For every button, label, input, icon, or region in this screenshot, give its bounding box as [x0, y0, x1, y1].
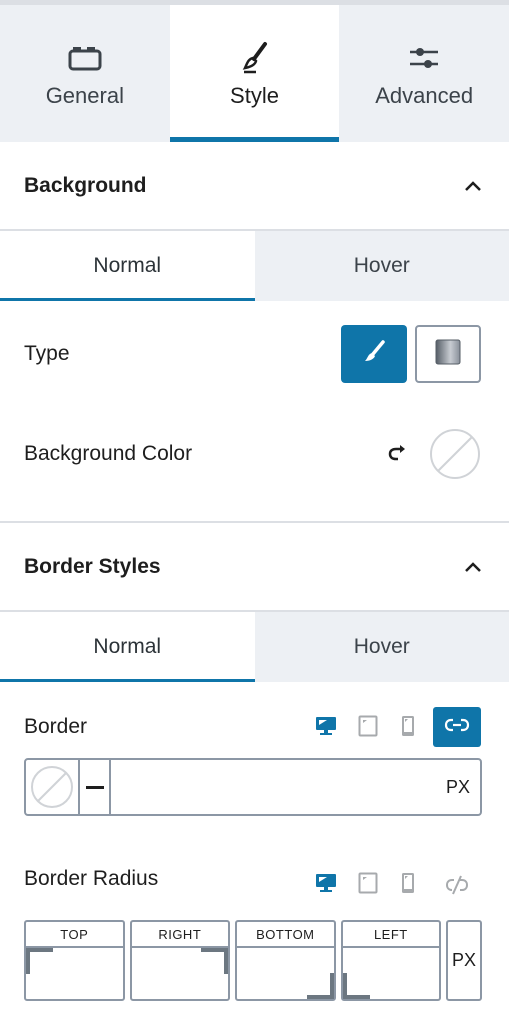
sliders-icon	[408, 39, 440, 77]
background-tab-hover[interactable]: Hover	[254, 231, 509, 301]
corner-top-left-indicator	[26, 948, 53, 952]
border-unit[interactable]: PX	[446, 777, 470, 798]
unlink-icon[interactable]	[445, 873, 469, 897]
desktop-icon[interactable]	[314, 714, 338, 738]
mobile-icon[interactable]	[396, 871, 420, 895]
chevron-up-icon[interactable]	[461, 555, 485, 579]
radius-right-field: RIGHT	[129, 920, 231, 1001]
corner-bottom-left-indicator	[342, 973, 347, 999]
background-tab-normal[interactable]: Normal	[0, 231, 255, 301]
radius-bottom-label: BOTTOM	[237, 922, 334, 948]
tab-general[interactable]: General	[0, 5, 170, 142]
radius-unit-select[interactable]: PX	[446, 920, 482, 1001]
border-radius-fields: TOP RIGHT BOTTOM LEFT PX	[24, 920, 482, 1001]
background-color-swatch[interactable]	[429, 428, 481, 480]
desktop-icon[interactable]	[314, 871, 338, 895]
corner-top-right-indicator	[224, 948, 229, 974]
border-width-input[interactable]	[111, 760, 446, 814]
radius-right-input[interactable]	[131, 948, 229, 999]
border-styles-section-title: Border Styles	[24, 555, 161, 578]
radius-bottom-field: BOTTOM	[235, 920, 336, 1001]
radius-left-input[interactable]	[342, 948, 440, 999]
radius-left-field: LEFT	[340, 920, 442, 1001]
tab-style[interactable]: Style	[169, 5, 340, 142]
corner-bottom-left-indicator	[342, 995, 370, 999]
border-state-tabs: Normal Hover	[0, 610, 509, 682]
main-tabs: General Style Advanced	[0, 5, 509, 142]
border-radius-label: Border Radius	[24, 867, 159, 890]
reset-icon[interactable]	[386, 442, 410, 466]
type-label: Type	[24, 342, 70, 365]
tab-advanced-label: Advanced	[375, 83, 474, 108]
type-gradient-button[interactable]	[415, 325, 481, 383]
link-icon	[444, 717, 470, 738]
paint-brush-icon	[361, 339, 387, 370]
background-color-label: Background Color	[24, 442, 193, 465]
solid-line-icon	[85, 785, 104, 789]
tablet-icon[interactable]	[356, 871, 380, 895]
radius-left-label: LEFT	[342, 922, 440, 948]
radius-top-input[interactable]	[26, 948, 123, 999]
border-field: PX	[24, 758, 482, 816]
gradient-icon	[435, 339, 461, 370]
mobile-icon[interactable]	[396, 714, 420, 738]
brush-icon	[240, 39, 270, 77]
border-styles-section-header[interactable]: Border Styles	[0, 523, 509, 611]
background-section-header[interactable]: Background	[0, 142, 509, 230]
background-state-tabs: Normal Hover	[0, 229, 509, 301]
radius-top-label: TOP	[26, 922, 123, 948]
tab-style-label: Style	[230, 83, 279, 108]
border-tab-normal[interactable]: Normal	[0, 612, 255, 682]
border-tab-hover[interactable]: Hover	[254, 612, 509, 682]
type-classic-button[interactable]	[341, 325, 407, 383]
link-values-button[interactable]	[433, 707, 481, 747]
border-style-select[interactable]	[80, 760, 111, 814]
block-icon	[68, 39, 102, 77]
corner-bottom-right-indicator	[329, 973, 334, 999]
tab-general-label: General	[45, 83, 124, 108]
border-width-wrapper: PX	[111, 760, 480, 814]
tablet-icon[interactable]	[356, 714, 380, 738]
radius-top-field: TOP	[24, 920, 125, 1001]
chevron-up-icon[interactable]	[461, 174, 485, 198]
corner-top-left-indicator	[26, 948, 30, 974]
radius-right-label: RIGHT	[131, 922, 229, 948]
border-color-picker[interactable]	[26, 760, 80, 814]
border-label: Border	[24, 715, 88, 738]
radius-bottom-input[interactable]	[237, 948, 334, 999]
background-section-title: Background	[24, 174, 147, 197]
tab-advanced[interactable]: Advanced	[339, 5, 509, 142]
